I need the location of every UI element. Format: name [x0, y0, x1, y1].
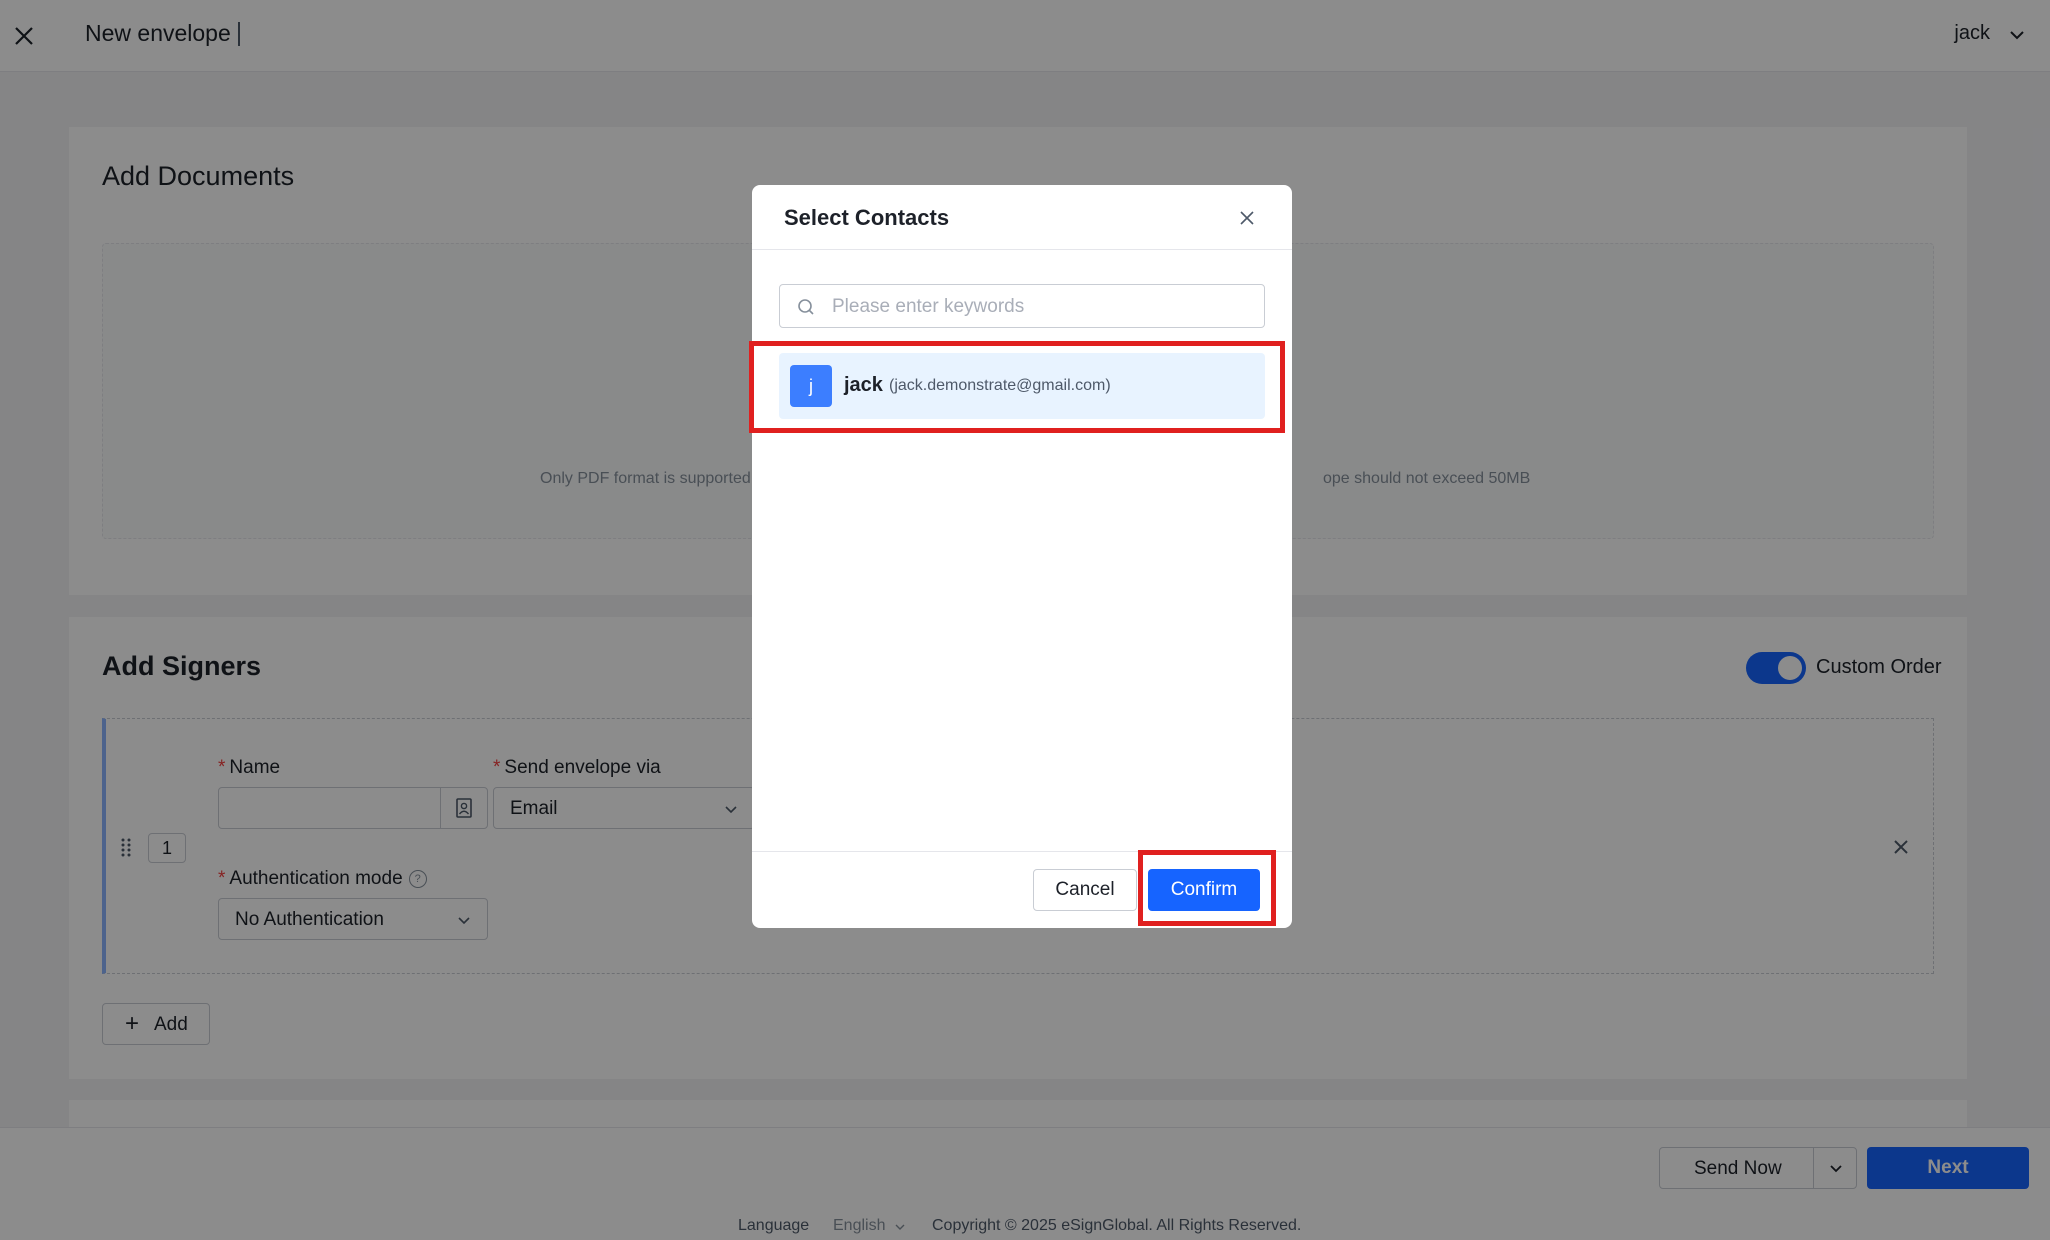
search-input[interactable] — [830, 291, 1254, 323]
cancel-button[interactable]: Cancel — [1033, 869, 1137, 911]
modal-title: Select Contacts — [784, 205, 950, 230]
search-icon — [798, 299, 814, 315]
modal-header: Select Contacts — [752, 185, 1292, 250]
contact-search — [779, 284, 1265, 328]
contact-highlight-box — [749, 341, 1285, 433]
close-icon[interactable] — [1238, 209, 1256, 227]
confirm-highlight-box — [1138, 850, 1276, 926]
select-contacts-modal: Select Contacts j jack (jack.demonstrate… — [752, 185, 1292, 928]
